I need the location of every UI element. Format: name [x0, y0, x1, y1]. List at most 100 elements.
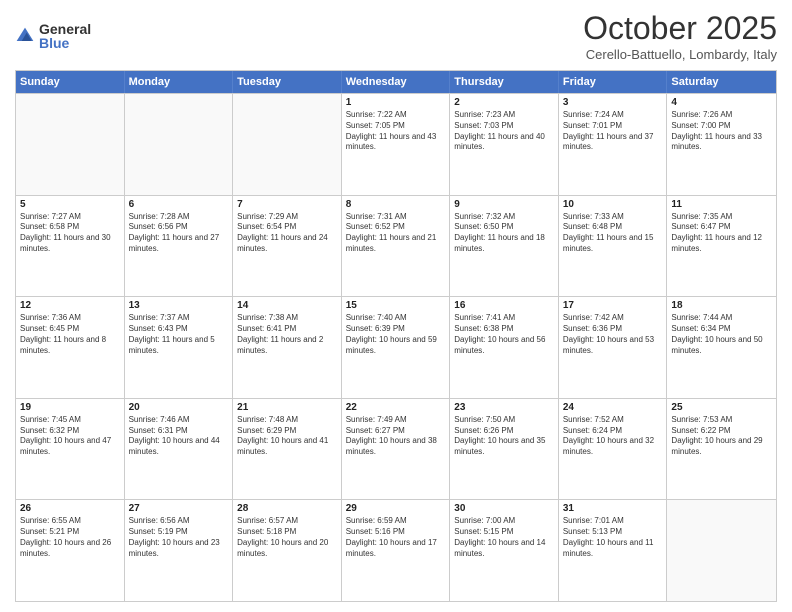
day-cell-22: 22Sunrise: 7:49 AMSunset: 6:27 PMDayligh… — [342, 399, 451, 500]
title-block: October 2025 Cerello-Battuello, Lombardy… — [583, 10, 777, 62]
day-cell-12: 12 Sunrise: 7:36 AMSunset: 6:45 PMDayligh… — [16, 297, 125, 398]
day-cell-2: 2 Sunrise: 7:23 AMSunset: 7:03 PMDaylight… — [450, 94, 559, 195]
day-number: 1 — [346, 97, 446, 108]
day-cell-7: 7 Sunrise: 7:29 AMSunset: 6:54 PMDaylight… — [233, 196, 342, 297]
day-cell-19: 19 Sunrise: 7:45 AMSunset: 6:32 PMDayligh… — [16, 399, 125, 500]
day-cell-5: 5Sunrise: 7:27 AMSunset: 6:58 PMDaylight… — [16, 196, 125, 297]
logo-icon — [15, 26, 35, 46]
calendar: SundayMondayTuesdayWednesdayThursdayFrid… — [15, 70, 777, 602]
day-info: Sunrise: 7:48 AMSunset: 6:29 PMDaylight:… — [237, 415, 337, 458]
header-day-sunday: Sunday — [16, 71, 125, 93]
day-info: Sunrise: 7:45 AMSunset: 6:32 PMDaylight:… — [20, 415, 120, 458]
day-cell-13: 13 Sunrise: 7:37 AMSunset: 6:43 PMDayligh… — [125, 297, 234, 398]
day-cell-21: 21 Sunrise: 7:48 AMSunset: 6:29 PMDayligh… — [233, 399, 342, 500]
day-number: 2 — [454, 97, 554, 108]
day-info: Sunrise: 7:22 AMSunset: 7:05 PMDaylight:… — [346, 110, 446, 153]
day-info: Sunrise: 6:59 AMSunset: 5:16 PMDaylight:… — [346, 516, 446, 559]
empty-cell — [667, 500, 776, 601]
calendar-row-4: 26Sunrise: 6:55 AMSunset: 5:21 PMDayligh… — [16, 499, 776, 601]
day-cell-18: 18Sunrise: 7:44 AMSunset: 6:34 PMDayligh… — [667, 297, 776, 398]
day-cell-17: 17 Sunrise: 7:42 AMSunset: 6:36 PMDayligh… — [559, 297, 668, 398]
day-info: Sunrise: 7:33 AMSunset: 6:48 PMDaylight:… — [563, 212, 663, 255]
day-cell-15: 15 Sunrise: 7:40 AMSunset: 6:39 PMDayligh… — [342, 297, 451, 398]
day-info: Sunrise: 7:40 AMSunset: 6:39 PMDaylight:… — [346, 313, 446, 356]
day-number: 12 — [20, 300, 120, 311]
header-day-friday: Friday — [559, 71, 668, 93]
empty-cell — [125, 94, 234, 195]
day-number: 9 — [454, 199, 554, 210]
day-info: Sunrise: 7:53 AMSunset: 6:22 PMDaylight:… — [671, 415, 772, 458]
day-cell-10: 10 Sunrise: 7:33 AMSunset: 6:48 PMDayligh… — [559, 196, 668, 297]
day-cell-14: 14 Sunrise: 7:38 AMSunset: 6:41 PMDayligh… — [233, 297, 342, 398]
day-number: 21 — [237, 402, 337, 413]
location: Cerello-Battuello, Lombardy, Italy — [583, 47, 777, 62]
day-info: Sunrise: 7:29 AMSunset: 6:54 PMDaylight:… — [237, 212, 337, 255]
calendar-row-1: 5Sunrise: 7:27 AMSunset: 6:58 PMDaylight… — [16, 195, 776, 297]
day-info: Sunrise: 7:31 AMSunset: 6:52 PMDaylight:… — [346, 212, 446, 255]
day-number: 28 — [237, 503, 337, 514]
header-day-wednesday: Wednesday — [342, 71, 451, 93]
day-cell-8: 8Sunrise: 7:31 AMSunset: 6:52 PMDaylight… — [342, 196, 451, 297]
day-info: Sunrise: 6:57 AMSunset: 5:18 PMDaylight:… — [237, 516, 337, 559]
day-number: 20 — [129, 402, 229, 413]
day-number: 11 — [671, 199, 772, 210]
day-info: Sunrise: 6:56 AMSunset: 5:19 PMDaylight:… — [129, 516, 229, 559]
day-info: Sunrise: 6:55 AMSunset: 5:21 PMDaylight:… — [20, 516, 120, 559]
day-info: Sunrise: 7:36 AMSunset: 6:45 PMDaylight:… — [20, 313, 120, 356]
day-number: 22 — [346, 402, 446, 413]
day-info: Sunrise: 7:01 AMSunset: 5:13 PMDaylight:… — [563, 516, 663, 559]
day-number: 24 — [563, 402, 663, 413]
day-cell-1: 1 Sunrise: 7:22 AMSunset: 7:05 PMDaylight… — [342, 94, 451, 195]
day-number: 15 — [346, 300, 446, 311]
calendar-body: 1 Sunrise: 7:22 AMSunset: 7:05 PMDaylight… — [16, 93, 776, 601]
day-info: Sunrise: 7:24 AMSunset: 7:01 PMDaylight:… — [563, 110, 663, 153]
day-number: 19 — [20, 402, 120, 413]
header-day-monday: Monday — [125, 71, 234, 93]
day-number: 23 — [454, 402, 554, 413]
month-title: October 2025 — [583, 10, 777, 47]
header-day-saturday: Saturday — [667, 71, 776, 93]
day-info: Sunrise: 7:23 AMSunset: 7:03 PMDaylight:… — [454, 110, 554, 153]
day-number: 30 — [454, 503, 554, 514]
day-info: Sunrise: 7:28 AMSunset: 6:56 PMDaylight:… — [129, 212, 229, 255]
day-info: Sunrise: 7:52 AMSunset: 6:24 PMDaylight:… — [563, 415, 663, 458]
day-info: Sunrise: 7:00 AMSunset: 5:15 PMDaylight:… — [454, 516, 554, 559]
day-cell-26: 26Sunrise: 6:55 AMSunset: 5:21 PMDayligh… — [16, 500, 125, 601]
day-number: 3 — [563, 97, 663, 108]
empty-cell — [233, 94, 342, 195]
day-number: 7 — [237, 199, 337, 210]
day-cell-29: 29 Sunrise: 6:59 AMSunset: 5:16 PMDayligh… — [342, 500, 451, 601]
day-info: Sunrise: 7:38 AMSunset: 6:41 PMDaylight:… — [237, 313, 337, 356]
day-cell-23: 23 Sunrise: 7:50 AMSunset: 6:26 PMDayligh… — [450, 399, 559, 500]
day-number: 13 — [129, 300, 229, 311]
day-cell-27: 27Sunrise: 6:56 AMSunset: 5:19 PMDayligh… — [125, 500, 234, 601]
calendar-row-0: 1 Sunrise: 7:22 AMSunset: 7:05 PMDaylight… — [16, 93, 776, 195]
logo-general: General — [39, 22, 91, 36]
day-cell-31: 31Sunrise: 7:01 AMSunset: 5:13 PMDayligh… — [559, 500, 668, 601]
day-cell-11: 11Sunrise: 7:35 AMSunset: 6:47 PMDayligh… — [667, 196, 776, 297]
day-info: Sunrise: 7:50 AMSunset: 6:26 PMDaylight:… — [454, 415, 554, 458]
page-header: General Blue October 2025 Cerello-Battue… — [15, 10, 777, 62]
day-info: Sunrise: 7:26 AMSunset: 7:00 PMDaylight:… — [671, 110, 772, 153]
day-number: 17 — [563, 300, 663, 311]
day-cell-9: 9Sunrise: 7:32 AMSunset: 6:50 PMDaylight… — [450, 196, 559, 297]
day-info: Sunrise: 7:46 AMSunset: 6:31 PMDaylight:… — [129, 415, 229, 458]
day-info: Sunrise: 7:41 AMSunset: 6:38 PMDaylight:… — [454, 313, 554, 356]
day-cell-20: 20 Sunrise: 7:46 AMSunset: 6:31 PMDayligh… — [125, 399, 234, 500]
day-number: 10 — [563, 199, 663, 210]
day-number: 5 — [20, 199, 120, 210]
day-cell-16: 16Sunrise: 7:41 AMSunset: 6:38 PMDayligh… — [450, 297, 559, 398]
day-cell-28: 28 Sunrise: 6:57 AMSunset: 5:18 PMDayligh… — [233, 500, 342, 601]
day-cell-6: 6Sunrise: 7:28 AMSunset: 6:56 PMDaylight… — [125, 196, 234, 297]
calendar-row-2: 12 Sunrise: 7:36 AMSunset: 6:45 PMDayligh… — [16, 296, 776, 398]
logo-text: General Blue — [39, 22, 91, 50]
empty-cell — [16, 94, 125, 195]
day-info: Sunrise: 7:37 AMSunset: 6:43 PMDaylight:… — [129, 313, 229, 356]
day-cell-3: 3 Sunrise: 7:24 AMSunset: 7:01 PMDaylight… — [559, 94, 668, 195]
day-number: 29 — [346, 503, 446, 514]
day-number: 14 — [237, 300, 337, 311]
day-number: 25 — [671, 402, 772, 413]
day-cell-25: 25 Sunrise: 7:53 AMSunset: 6:22 PMDayligh… — [667, 399, 776, 500]
day-number: 18 — [671, 300, 772, 311]
day-info: Sunrise: 7:42 AMSunset: 6:36 PMDaylight:… — [563, 313, 663, 356]
